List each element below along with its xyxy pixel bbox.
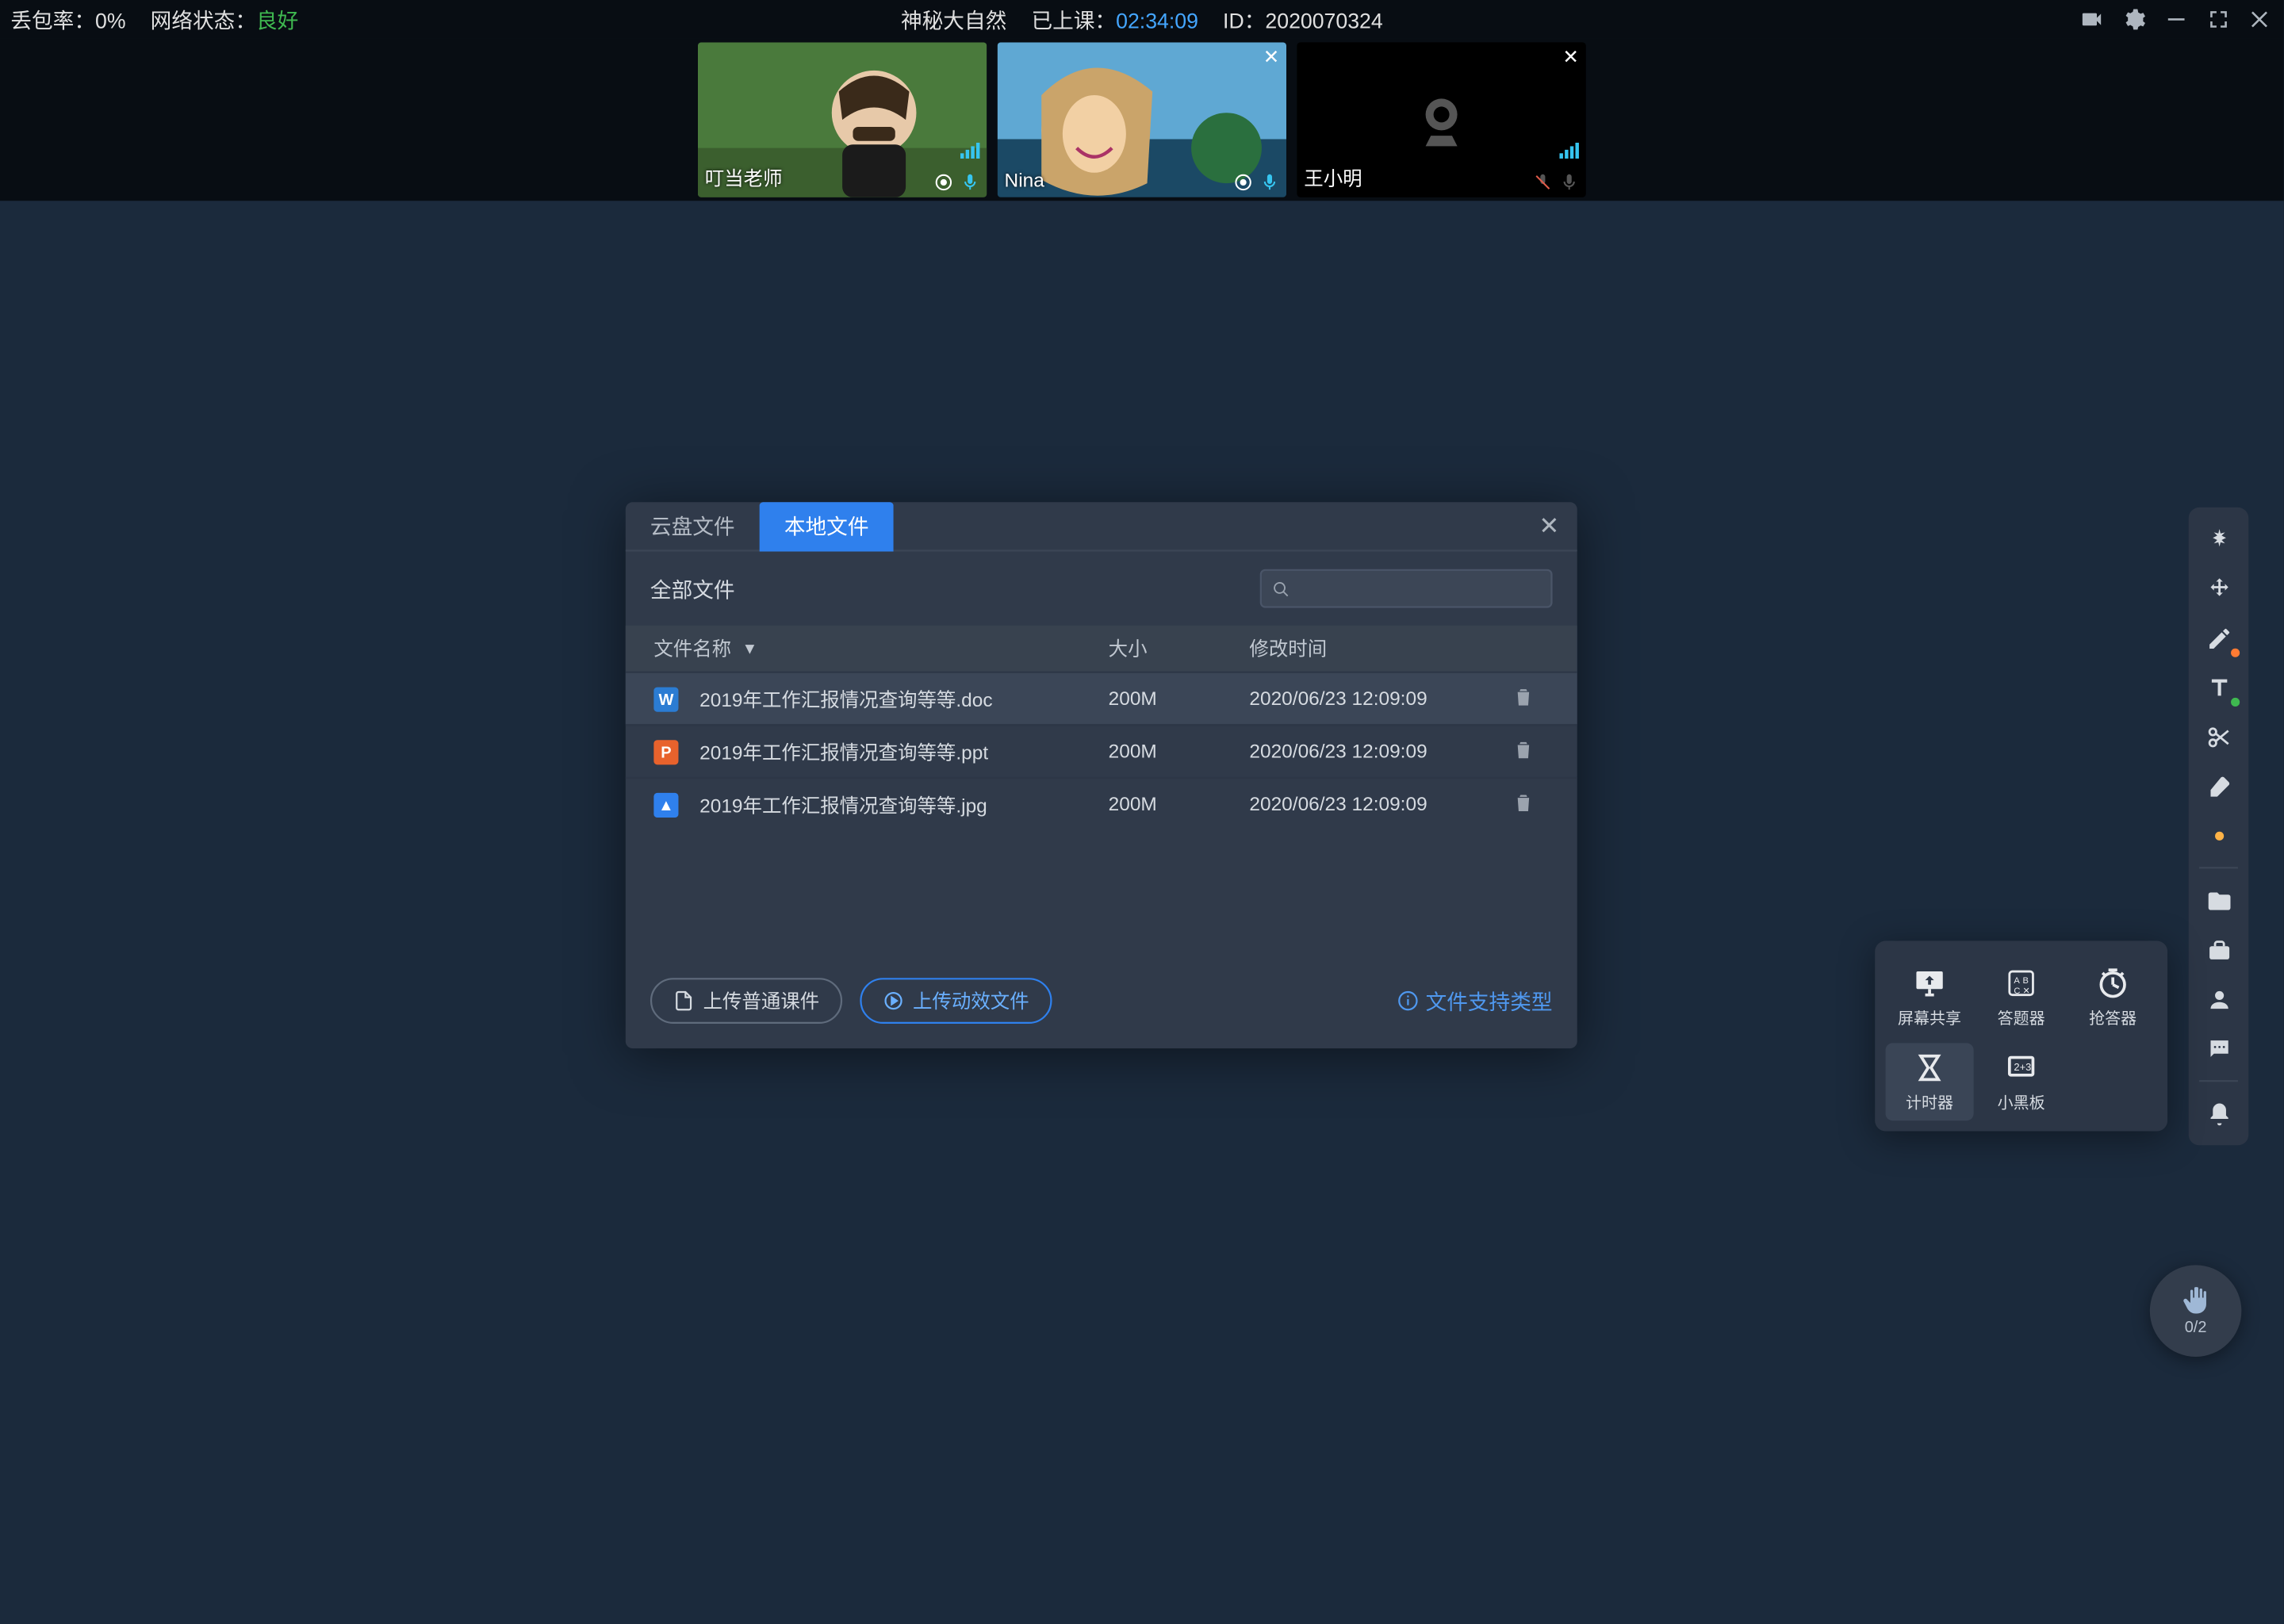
file-date: 2020/06/23 12:09:09 (1249, 794, 1496, 815)
upload-normal-button[interactable]: 上传普通课件 (650, 978, 842, 1024)
search-icon (1272, 579, 1290, 598)
file-row[interactable]: P 2019年工作汇报情况查询等等.ppt 200M2020/06/23 12:09… (626, 724, 1577, 777)
fullscreen-icon[interactable] (2206, 7, 2231, 32)
mic-muted-icon (1533, 173, 1552, 192)
upload-animated-button[interactable]: 上传动效文件 (860, 978, 1052, 1024)
mic-icon (960, 173, 979, 192)
col-date[interactable]: 修改时间 (1249, 634, 1496, 663)
mic-icon (1559, 173, 1578, 192)
packet-loss-value: 0% (95, 8, 126, 33)
net-state: 良好 (256, 8, 298, 33)
tool-answer-card[interactable]: ABC✕ 答题器 (1977, 959, 2065, 1036)
tools-popover: 屏幕共享 ABC✕ 答题器 抢答器 计时器 2+3 小黑板 (1875, 941, 2167, 1132)
camera-toggle-icon[interactable] (2079, 7, 2104, 32)
hand-count: 0/2 (2185, 1318, 2207, 1335)
svg-text:A: A (2014, 976, 2020, 986)
participant-name: 叮当老师 (705, 164, 783, 193)
participant-tile[interactable]: ✕ Nina (998, 42, 1286, 197)
tile-close-icon[interactable]: ✕ (1263, 46, 1279, 69)
file-table-header: 文件名称 ▼ 大小 修改时间 (626, 626, 1577, 672)
file-row[interactable]: W 2019年工作汇报情况查询等等.doc 200M2020/06/23 12:09… (626, 672, 1577, 725)
eraser-icon[interactable] (2196, 764, 2242, 806)
record-indicator-icon (1233, 173, 1252, 192)
sort-icon[interactable]: ▼ (742, 640, 757, 657)
file-size: 200M (1109, 794, 1250, 815)
close-window-icon[interactable] (2248, 7, 2273, 32)
hand-raise-button[interactable]: 0/2 (2150, 1264, 2242, 1356)
folder-icon[interactable] (2196, 879, 2242, 921)
participant-name: 王小明 (1304, 164, 1362, 193)
svg-text:C: C (2014, 986, 2020, 996)
minimize-icon[interactable] (2164, 7, 2189, 32)
hand-icon (2180, 1285, 2212, 1316)
file-name: 2019年工作汇报情况查询等等.jpg (699, 791, 987, 819)
search-box[interactable] (1260, 569, 1553, 608)
participant-name: Nina (1005, 171, 1044, 193)
file-type-icon: ▲ (653, 792, 678, 817)
file-dialog: 云盘文件 本地文件 ✕ 全部文件 文件名称 ▼ 大小 修改时间 W 2019年工作汇… (626, 502, 1577, 1048)
tool-screen-share[interactable]: 屏幕共享 (1886, 959, 1974, 1036)
file-size: 200M (1109, 688, 1250, 710)
svg-text:2+3: 2+3 (2014, 1061, 2031, 1073)
search-input[interactable] (1297, 578, 1540, 599)
col-size[interactable]: 大小 (1109, 634, 1250, 663)
file-type-icon: W (653, 686, 678, 710)
elapsed-time: 02:34:09 (1116, 8, 1198, 33)
supported-types-link[interactable]: 文件支持类型 (1397, 986, 1553, 1016)
settings-icon[interactable] (2121, 7, 2146, 32)
tool-timer[interactable]: 计时器 (1886, 1043, 1974, 1120)
bell-icon[interactable] (2196, 1093, 2242, 1135)
tile-close-icon[interactable]: ✕ (1562, 46, 1578, 69)
file-row[interactable]: ▲ 2019年工作汇报情况查询等等.jpg 200M2020/06/23 12:09… (626, 777, 1577, 830)
tab-local-files[interactable]: 本地文件 (760, 501, 894, 550)
class-title: 神秘大自然 (901, 5, 1006, 35)
text-icon[interactable] (2196, 666, 2242, 708)
tool-buzzer[interactable]: 抢答器 (2069, 959, 2157, 1036)
delete-icon[interactable] (1511, 791, 1534, 814)
dialog-close-icon[interactable]: ✕ (1539, 511, 1559, 541)
tab-cloud-files[interactable]: 云盘文件 (626, 501, 760, 550)
id-label: ID： (1223, 8, 1265, 33)
session-id: 2020070324 (1265, 8, 1382, 33)
svg-text:B: B (2022, 976, 2028, 986)
record-indicator-icon (934, 173, 953, 192)
tool-mini-blackboard[interactable]: 2+3 小黑板 (1977, 1043, 2065, 1120)
file-type-icon: P (653, 739, 678, 764)
participant-tile[interactable]: ✕ 王小明 (1297, 42, 1585, 197)
chat-icon[interactable] (2196, 1027, 2242, 1069)
participant-tile[interactable]: 叮当老师 (698, 42, 987, 197)
col-filename[interactable]: 文件名称 (653, 634, 731, 663)
right-toolbar (2189, 508, 2249, 1145)
delete-icon[interactable] (1511, 737, 1534, 760)
svg-text:✕: ✕ (2022, 986, 2029, 996)
signal-bars-icon (1559, 143, 1578, 159)
file-date: 2020/06/23 12:09:09 (1249, 741, 1496, 762)
file-name: 2019年工作汇报情况查询等等.doc (699, 684, 992, 713)
mic-icon (1260, 173, 1279, 192)
pen-icon[interactable] (2196, 617, 2242, 659)
file-date: 2020/06/23 12:09:09 (1249, 688, 1496, 710)
participants-icon[interactable] (2196, 978, 2242, 1020)
participant-strip: 叮当老师 ✕ Nina ✕ 王小明 (0, 39, 2284, 201)
move-icon[interactable] (2196, 567, 2242, 609)
camera-off-icon (1410, 88, 1473, 151)
file-name: 2019年工作汇报情况查询等等.ppt (699, 737, 988, 766)
file-size: 200M (1109, 741, 1250, 762)
toolbox-icon[interactable] (2196, 929, 2242, 971)
delete-icon[interactable] (1511, 684, 1534, 707)
packet-loss-label: 丢包率： (10, 8, 95, 33)
elapsed-label: 已上课： (1031, 8, 1116, 33)
status-bar: 丢包率：0% 网络状态：良好 神秘大自然 已上课：02:34:09 ID：202… (0, 0, 2284, 39)
filter-all-files[interactable]: 全部文件 (650, 573, 735, 603)
signal-bars-icon (960, 143, 979, 159)
laser-pointer-icon[interactable] (2196, 518, 2242, 560)
net-label: 网络状态： (151, 8, 256, 33)
color-dot-icon[interactable] (2196, 814, 2242, 856)
scissors-icon[interactable] (2196, 715, 2242, 757)
